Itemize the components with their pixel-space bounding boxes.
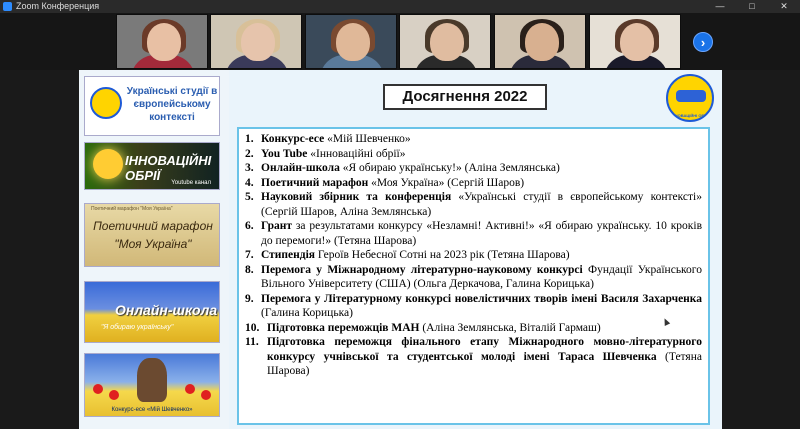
achievement-number: 5. [245,191,254,203]
thumb-online-school: Онлайн-школа "Я обираю українську" [84,281,220,343]
achievement-text: Поетичний марафон «Моя Україна» (Сергій … [261,176,702,191]
achievement-bold: Стипендія [261,249,316,261]
achievement-number: 3. [245,162,254,174]
achievement-item: 9. Перемога у Літературному конкурсі нове… [245,292,702,321]
achievement-text: Онлайн-школа «Я обираю українську!» (Алі… [261,161,702,176]
achievement-bold: Перемога у Міжнародному літературно-наук… [261,263,583,276]
achievement-number: 4. [245,176,254,189]
thumb-poetry-marathon: Поетичний марафон "Моя Україна" Поетични… [84,203,220,267]
innovative-horizons-emblem-icon: ІННОВАЦІЙНІ ОБРІЇ [666,74,714,122]
achievement-number: 2. [245,147,254,160]
participant-video-tile[interactable] [305,14,397,69]
achievement-detail: (Галина Корицька) [261,307,353,319]
next-participants-button[interactable]: › [693,32,713,52]
thumb-innovative-horizons-text: ІННОВАЦІЙНІ ОБРІЇ [125,153,212,183]
slide-title: Досягнення 2022 [383,84,547,110]
emblem-icon [90,87,122,119]
achievement-detail: Героїв Небесної Сотні на 2023 рік (Тетян… [315,249,570,261]
thumb-poetry-marathon-text: Поетичний марафон "Моя Україна" [93,219,213,251]
zoom-logo-icon [3,2,12,11]
participant-video-tile[interactable] [399,14,491,69]
sun-icon [93,149,123,179]
achievement-item: 5. Науковий збірник та конференція «Украї… [245,190,702,219]
achievement-text: Підготовка переможця фінального етапу Мі… [267,335,702,379]
achievement-bold: Грант [261,220,293,232]
thumb-shevchenko-essay: Конкурс-есе «Мій Шевченко» [84,353,220,417]
achievement-detail: «Моя Україна» (Сергій Шаров) [368,176,525,189]
participant-video-tile[interactable] [494,14,586,69]
participant-face [430,23,464,61]
achievement-number: 8. [245,263,254,276]
achievement-bold: Онлайн-школа [261,162,340,174]
achievement-item: 6. Грант за результатами конкурсу «Незлам… [245,219,702,248]
achievement-detail: «Я обираю українську!» (Аліна Землянська… [339,162,560,174]
participant-face [620,23,654,61]
participant-face [241,23,275,61]
achievement-number: 7. [245,249,254,261]
achievement-bold: Науковий збірник та конференція [261,191,452,203]
flower-icon [109,390,119,400]
flower-icon [93,384,103,394]
participant-face [525,23,559,61]
achievement-bold: Конкурс-есе [261,133,325,145]
shared-slide: Українські студії в європейському контек… [79,70,722,429]
achievement-number: 9. [245,292,254,305]
thumb-poetry-marathon-top: Поетичний марафон "Моя Україна" [91,206,173,212]
window-title: Zoom Конференция [16,1,100,11]
participant-video-tile[interactable] [589,14,681,69]
emblem-text: ІННОВАЦІЙНІ ОБРІЇ [670,113,710,118]
achievement-text: Стипендія Героїв Небесної Сотні на 2023 … [261,248,702,263]
ukraine-map-icon [676,90,706,102]
achievement-bold: Перемога у Літературному конкурсі новелі… [261,292,702,305]
thumb-ukrainian-studies-text: Українські студії в європейському контек… [126,86,218,123]
achievement-text: Перемога у Літературному конкурсі новелі… [261,292,702,321]
achievement-detail: (Аліна Землянська, Віталій Гармаш) [419,321,601,334]
achievement-number: 11. [245,336,259,348]
achievement-bold: Підготовка переможця фінального етапу Мі… [267,336,702,363]
participant-face [336,23,370,61]
participant-face [147,23,181,61]
maximize-button[interactable]: □ [740,0,764,13]
achievement-item: 11. Підготовка переможця фінального етапу… [245,335,702,379]
achievement-text: Науковий збірник та конференція «Українс… [261,190,702,219]
achievement-item: 8. Перемога у Міжнародному літературно-на… [245,263,702,292]
thumb-innovative-horizons-sub: Youtube канал [171,180,211,186]
achievement-item: 3. Онлайн-школа «Я обираю українську!» (А… [245,161,702,176]
achievement-item: 1. Конкурс-есе «Мій Шевченко» [245,132,702,147]
achievement-detail: «Інноваційні обрії» [307,147,406,160]
achievement-item: 7. Стипендія Героїв Небесної Сотні на 202… [245,248,702,263]
thumb-innovative-horizons: ІННОВАЦІЙНІ ОБРІЇ Youtube канал [84,142,220,190]
achievement-text: Конкурс-есе «Мій Шевченко» [261,132,702,147]
participant-strip [0,13,800,70]
achievement-detail: за результатами конкурсу «Незламні! Акти… [261,220,702,247]
achievements-list: 1. Конкурс-есе «Мій Шевченко» 2. You Tube «… [239,129,708,379]
achievement-item: 10. Підготовка переможців МАН (Аліна Земл… [245,321,702,336]
minimize-button[interactable]: — [708,0,732,13]
achievement-item: 2. You Tube «Інноваційні обрії» [245,147,702,162]
flower-icon [201,390,211,400]
achievement-number: 6. [245,220,254,232]
thumb-online-school-sub: "Я обираю українську" [101,324,174,331]
achievement-number: 10. [245,321,260,334]
thumb-shevchenko-essay-text: Конкурс-есе «Мій Шевченко» [111,407,193,413]
achievement-text: You Tube «Інноваційні обрії» [261,147,702,162]
thumb-ukrainian-studies: Українські студії в європейському контек… [84,76,220,136]
achievement-item: 4. Поетичний марафон «Моя Україна» (Сергі… [245,176,702,191]
thumb-online-school-text: Онлайн-школа [115,302,218,318]
achievement-number: 1. [245,133,254,145]
achievement-text: Грант за результатами конкурсу «Незламні… [261,219,702,248]
portrait-icon [137,358,167,402]
achievement-detail: «Мій Шевченко» [324,133,411,145]
achievement-text: Підготовка переможців МАН (Аліна Землянс… [267,321,702,336]
achievements-list-box: 1. Конкурс-есе «Мій Шевченко» 2. You Tube «… [237,127,710,425]
achievement-text: Перемога у Міжнародному літературно-наук… [261,263,702,292]
achievement-bold: Підготовка переможців МАН [267,321,420,334]
achievement-bold: You Tube [261,147,308,160]
flower-icon [185,384,195,394]
participant-video-tile[interactable] [116,14,208,69]
participant-video-tile[interactable] [210,14,302,69]
achievement-bold: Поетичний марафон [261,176,369,189]
window-titlebar: Zoom Конференция [0,0,800,13]
close-button[interactable]: ✕ [772,0,796,13]
